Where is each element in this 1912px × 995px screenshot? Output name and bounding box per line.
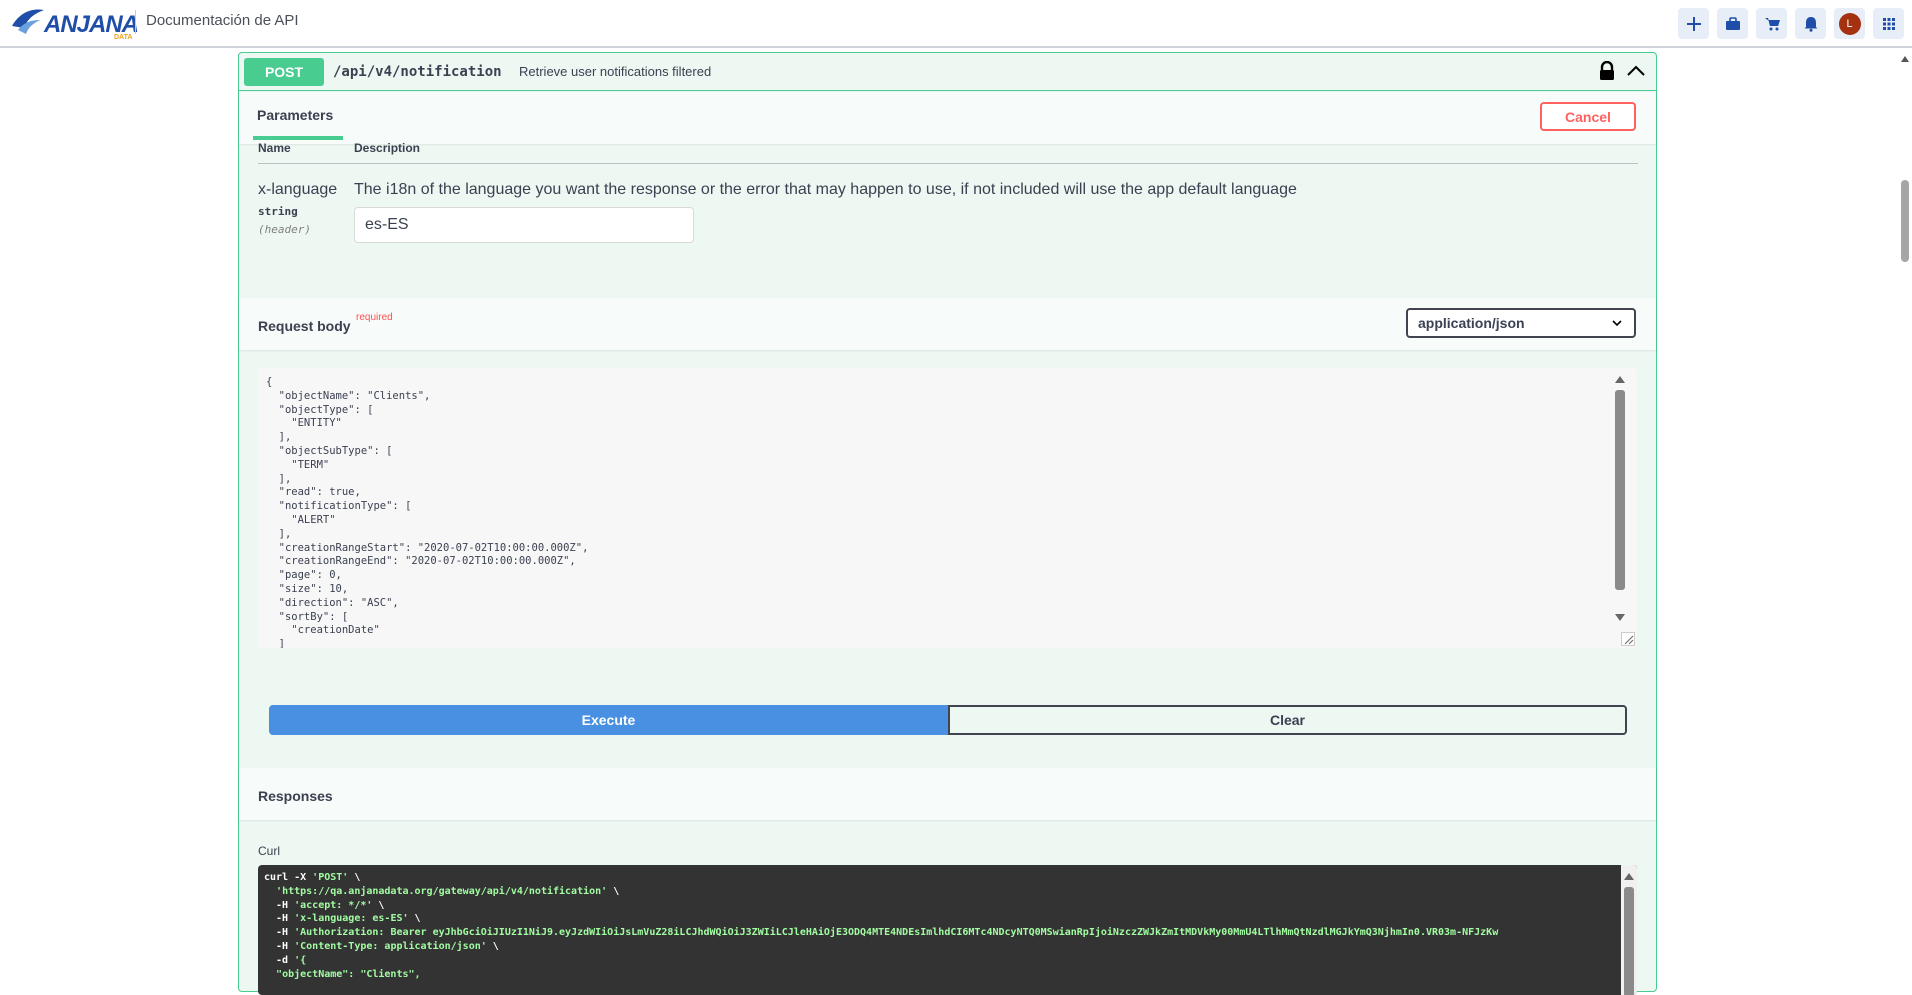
param-description: The i18n of the language you want the re… bbox=[354, 181, 1297, 198]
lock-icon[interactable] bbox=[1598, 61, 1616, 81]
param-location: (header) bbox=[258, 223, 311, 236]
operation-summary[interactable]: POST /api/v4/notification Retrieve user … bbox=[239, 53, 1656, 91]
curl-string-part: 'Authorization: Bearer eyJhbGciOiJIUzI1N… bbox=[294, 927, 1499, 939]
curl-command-text: curl -X 'POST' \ 'https://qa.anjanadata.… bbox=[264, 871, 1498, 981]
curl-label: Curl bbox=[258, 844, 281, 858]
notifications-button[interactable] bbox=[1795, 8, 1826, 39]
logo-divider bbox=[135, 10, 136, 34]
chevron-down-icon bbox=[1612, 320, 1622, 327]
curl-command-part: -H bbox=[264, 927, 295, 939]
scroll-thumb[interactable] bbox=[1615, 390, 1625, 590]
curl-command-part bbox=[264, 969, 276, 980]
page-scrollbar[interactable] bbox=[1898, 50, 1912, 980]
param-type: string bbox=[258, 205, 298, 218]
resize-handle-icon[interactable] bbox=[1621, 632, 1635, 646]
briefcase-icon bbox=[1725, 16, 1740, 30]
page-scroll-thumb[interactable] bbox=[1901, 180, 1909, 262]
table-header-divider bbox=[258, 163, 1638, 164]
curl-command-box[interactable]: curl -X 'POST' \ 'https://qa.anjanadata.… bbox=[258, 865, 1637, 995]
app-title: Documentación de API bbox=[146, 12, 299, 29]
curl-string-part: 'x-language: es-ES' bbox=[294, 913, 409, 925]
responses-header: Responses bbox=[239, 768, 1656, 820]
avatar: L bbox=[1838, 12, 1861, 35]
operation-block: POST /api/v4/notification Retrieve user … bbox=[238, 52, 1657, 995]
request-body-text: { "objectName": "Clients", "objectType":… bbox=[266, 376, 589, 648]
clear-button[interactable]: Clear bbox=[948, 705, 1627, 735]
curl-scroll-thumb[interactable] bbox=[1624, 887, 1634, 995]
curl-command-part: -H bbox=[264, 940, 295, 952]
content-type-value: application/json bbox=[1418, 315, 1525, 331]
curl-command-part bbox=[264, 886, 276, 897]
top-bar: ANJANA DATA Documentación de API L bbox=[0, 0, 1912, 48]
curl-line: -H 'x-language: es-ES' \ bbox=[264, 913, 421, 924]
curl-string-part: 'https://qa.anjanadata.org/gateway/api/v… bbox=[276, 885, 608, 897]
page-scroll-up-arrow[interactable] bbox=[1901, 56, 1909, 62]
curl-command-part: -H bbox=[264, 913, 295, 925]
scroll-down-arrow[interactable] bbox=[1615, 614, 1625, 621]
curl-scroll-up-arrow[interactable] bbox=[1624, 873, 1634, 880]
column-header-description: Description bbox=[354, 141, 421, 155]
cart-icon bbox=[1764, 17, 1780, 30]
curl-command-part: curl -X bbox=[264, 872, 313, 883]
request-body-header: Request body required application/json bbox=[239, 298, 1656, 350]
chevron-up-icon[interactable] bbox=[1626, 63, 1646, 79]
plus-icon bbox=[1686, 16, 1701, 31]
curl-command-part: -H bbox=[264, 899, 295, 911]
curl-string-part: 'Content-Type: application/json' bbox=[294, 940, 487, 952]
curl-continuation: \ bbox=[408, 913, 421, 925]
method-badge: POST bbox=[244, 58, 324, 86]
curl-line: curl -X 'POST' \ bbox=[264, 872, 360, 883]
curl-command-part: -d bbox=[264, 954, 295, 966]
required-label: required bbox=[356, 312, 393, 323]
apps-button[interactable] bbox=[1873, 8, 1904, 39]
editor-scrollbar[interactable] bbox=[1613, 368, 1627, 648]
logo-subtext: DATA bbox=[114, 34, 132, 40]
execute-button[interactable]: Execute bbox=[269, 705, 948, 735]
user-menu-button[interactable]: L bbox=[1834, 8, 1865, 39]
curl-continuation: \ bbox=[348, 872, 361, 883]
curl-string-part: '{ bbox=[294, 954, 307, 966]
request-body-title: Request body bbox=[258, 318, 351, 334]
operation-path: /api/v4/notification bbox=[333, 64, 502, 80]
add-button[interactable] bbox=[1678, 8, 1709, 39]
top-actions: L bbox=[1678, 8, 1912, 39]
parameters-header: Parameters Cancel bbox=[239, 92, 1656, 144]
curl-string-part: 'POST' bbox=[312, 872, 349, 883]
responses-title: Responses bbox=[258, 788, 333, 804]
execute-button-group: Execute Clear bbox=[269, 705, 1627, 735]
portfolio-button[interactable] bbox=[1717, 8, 1748, 39]
content-type-select[interactable]: application/json bbox=[1406, 308, 1636, 338]
operation-summary-text: Retrieve user notifications filtered bbox=[519, 64, 712, 79]
curl-string-part: 'accept: */*' bbox=[294, 899, 373, 911]
curl-string-part: "objectName": "Clients", bbox=[276, 968, 421, 980]
request-body-editor[interactable]: { "objectName": "Clients", "objectType":… bbox=[258, 368, 1637, 648]
param-name: x-language bbox=[258, 181, 338, 198]
column-header-name: Name bbox=[258, 141, 291, 155]
curl-line: "objectName": "Clients", bbox=[264, 969, 421, 980]
anjana-logo[interactable]: ANJANA DATA bbox=[10, 4, 160, 41]
bell-icon bbox=[1804, 16, 1817, 32]
curl-line: -H 'Authorization: Bearer eyJhbGciOiJIUz… bbox=[264, 927, 1498, 938]
cancel-button[interactable]: Cancel bbox=[1540, 102, 1636, 131]
cart-button[interactable] bbox=[1756, 8, 1787, 39]
curl-continuation: \ bbox=[607, 885, 620, 897]
grid-icon bbox=[1882, 17, 1895, 30]
tab-parameters-label: Parameters bbox=[257, 107, 334, 123]
curl-continuation: \ bbox=[372, 899, 385, 911]
curl-scrollbar[interactable] bbox=[1621, 865, 1637, 995]
curl-continuation: \ bbox=[486, 940, 499, 952]
curl-line: -d '{ bbox=[264, 955, 306, 966]
tab-parameters[interactable]: Parameters bbox=[253, 92, 343, 140]
curl-line: -H 'Content-Type: application/json' \ bbox=[264, 941, 499, 952]
scroll-up-arrow[interactable] bbox=[1615, 376, 1625, 383]
curl-line: -H 'accept: */*' \ bbox=[264, 900, 384, 911]
curl-line: 'https://qa.anjanadata.org/gateway/api/v… bbox=[264, 886, 619, 897]
x-language-input[interactable] bbox=[354, 207, 694, 243]
